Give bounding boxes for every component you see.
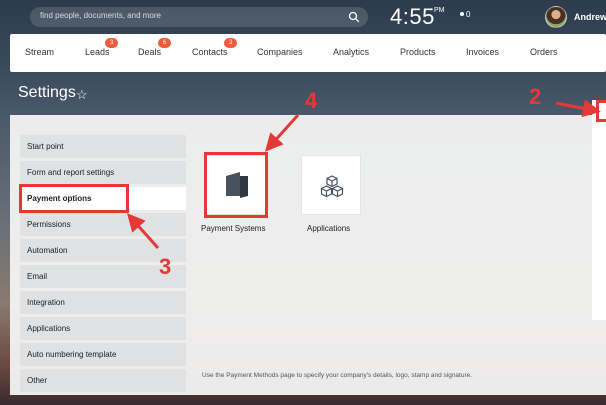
arrow-2 (555, 99, 601, 118)
arrow-3 (127, 213, 160, 249)
arrow-4 (264, 113, 300, 152)
annotation-arrows (127, 99, 601, 249)
